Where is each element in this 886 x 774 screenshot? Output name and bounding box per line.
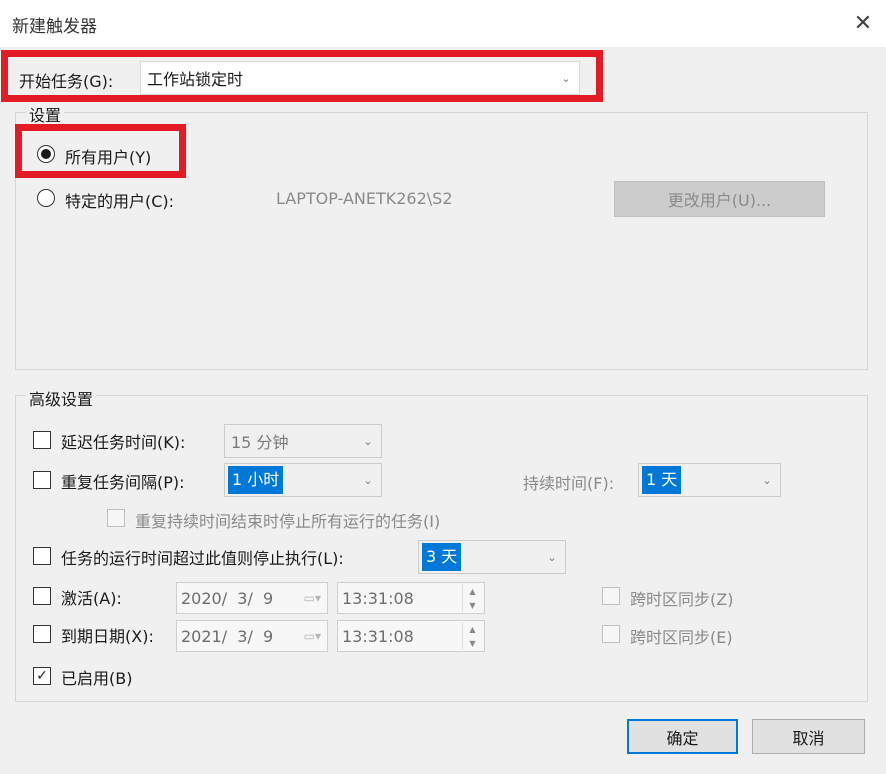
specific-user-radio[interactable] xyxy=(37,189,55,207)
spin-up-icon[interactable]: ▲ xyxy=(469,625,475,634)
change-user-button[interactable]: 更改用户(U)... xyxy=(614,181,825,217)
expire-time-spinner[interactable]: ▲ ▼ xyxy=(462,622,482,650)
delay-select[interactable]: 15 分钟 ⌄ xyxy=(224,424,382,458)
enabled-checkbox[interactable]: ✓ xyxy=(33,667,51,685)
spin-down-icon[interactable]: ▼ xyxy=(469,601,475,610)
ok-button[interactable]: 确定 xyxy=(627,719,738,754)
title-bar: 新建触发器 ✕ xyxy=(0,0,886,47)
highlight-box-all-users xyxy=(15,124,186,178)
repeat-value: 1 小时 xyxy=(228,466,284,494)
expire-date: 2021/ 3/ 9 xyxy=(181,626,274,646)
settings-group-title: 设置 xyxy=(26,102,65,126)
activate-sync-label[interactable]: 跨时区同步(Z) xyxy=(630,586,733,610)
expire-time: 13:31:08 xyxy=(342,626,414,646)
expire-sync-checkbox[interactable] xyxy=(602,625,620,643)
cancel-button[interactable]: 取消 xyxy=(752,719,865,754)
delay-label[interactable]: 延迟任务时间(K): xyxy=(61,429,185,453)
duration-value: 1 天 xyxy=(642,466,682,494)
stop-all-label[interactable]: 重复持续时间结束时停止所有运行的任务(I) xyxy=(135,508,440,532)
expire-sync-label[interactable]: 跨时区同步(E) xyxy=(630,624,733,648)
activate-time-spinner[interactable]: ▲ ▼ xyxy=(462,584,482,612)
spin-up-icon[interactable]: ▲ xyxy=(469,587,475,596)
activate-time: 13:31:08 xyxy=(342,588,414,608)
user-name-text: LAPTOP-ANETK262\S2 xyxy=(276,189,453,208)
specific-user-label[interactable]: 特定的用户(C): xyxy=(65,188,174,212)
activate-sync-checkbox[interactable] xyxy=(602,587,620,605)
stop-if-longer-label[interactable]: 任务的运行时间超过此值则停止执行(L): xyxy=(61,545,344,569)
activate-date-picker[interactable]: 2020/ 3/ 9 ▭▾ xyxy=(176,582,328,614)
chevron-down-icon: ⌄ xyxy=(547,550,557,564)
advanced-settings-title: 高级设置 xyxy=(26,386,97,410)
highlight-box-begin-task xyxy=(1,50,603,102)
chevron-down-icon: ⌄ xyxy=(363,473,373,487)
close-icon[interactable]: ✕ xyxy=(840,0,886,47)
delay-checkbox[interactable] xyxy=(33,431,51,449)
enabled-label[interactable]: 已启用(B) xyxy=(61,665,132,689)
activate-checkbox[interactable] xyxy=(33,587,51,605)
chevron-down-icon: ⌄ xyxy=(762,473,772,487)
delay-value: 15 分钟 xyxy=(231,433,289,452)
expire-date-picker[interactable]: 2021/ 3/ 9 ▭▾ xyxy=(176,620,328,652)
duration-select[interactable]: 1 天 ⌄ xyxy=(638,463,781,497)
stop-if-longer-checkbox[interactable] xyxy=(33,547,51,565)
duration-label: 持续时间(F): xyxy=(523,474,615,493)
spin-down-icon[interactable]: ▼ xyxy=(469,639,475,648)
activate-label[interactable]: 激活(A): xyxy=(61,585,122,609)
repeat-checkbox[interactable] xyxy=(33,471,51,489)
stop-if-longer-select[interactable]: 3 天 ⌄ xyxy=(418,540,566,574)
activate-date: 2020/ 3/ 9 xyxy=(181,588,274,608)
window-title: 新建触发器 xyxy=(12,17,97,37)
expire-label[interactable]: 到期日期(X): xyxy=(61,623,154,647)
expire-checkbox[interactable] xyxy=(33,625,51,643)
calendar-icon[interactable]: ▭▾ xyxy=(304,629,321,643)
repeat-select[interactable]: 1 小时 ⌄ xyxy=(224,463,382,497)
calendar-icon[interactable]: ▭▾ xyxy=(304,591,321,605)
stop-if-longer-value: 3 天 xyxy=(422,543,462,571)
stop-all-checkbox[interactable] xyxy=(107,509,125,527)
chevron-down-icon: ⌄ xyxy=(363,434,373,448)
repeat-label[interactable]: 重复任务间隔(P): xyxy=(61,469,185,493)
